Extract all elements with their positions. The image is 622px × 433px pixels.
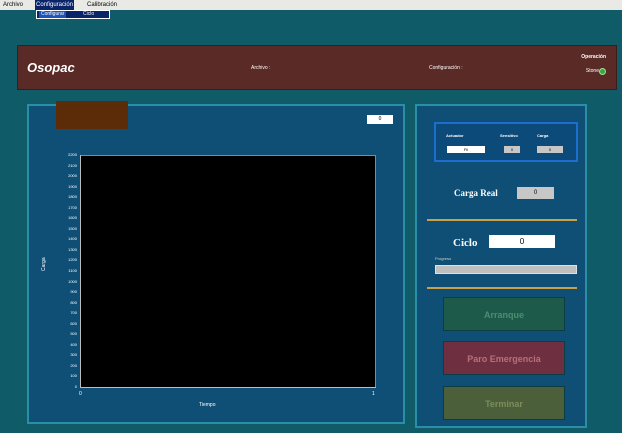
- actuador-value: Fil: [447, 146, 485, 153]
- y-tick-label: 800: [70, 299, 77, 305]
- y-axis: [80, 155, 81, 388]
- y-tick-label: 600: [70, 320, 77, 326]
- carga-real-value: 0: [517, 187, 554, 199]
- x-tick-min: 0: [79, 391, 82, 397]
- x-tick-max: 1: [372, 391, 375, 397]
- arranque-button[interactable]: Arranque: [443, 297, 565, 331]
- y-tick-label: 1500: [68, 225, 77, 231]
- y-tick-label: 200: [70, 362, 77, 368]
- y-tick-label: 2100: [68, 162, 77, 168]
- y-tick-label: 1200: [68, 257, 77, 263]
- y-tick-label: 2000: [68, 173, 77, 179]
- menu-configuracion[interactable]: Configuración: [35, 0, 75, 10]
- x-axis-label: Tiempo: [199, 402, 216, 408]
- chart-panel: 0 2200 2100 2000 1900 1800 1700 1600 1500 1400 13…: [27, 101, 405, 424]
- app-header: Osopac Archivo : Configuración : Operaci…: [17, 45, 617, 90]
- configuracion-submenu: Configurar Ciclo: [36, 10, 110, 19]
- ciclo-label: Ciclo: [453, 237, 478, 249]
- menu-calibracion[interactable]: Calibración: [86, 0, 118, 10]
- terminar-button[interactable]: Terminar: [443, 386, 565, 420]
- operacion-label: Operación: [581, 54, 606, 60]
- y-tick-label: 1000: [68, 278, 77, 284]
- y-tick-label: 900: [70, 289, 77, 295]
- y-tick-label: 1300: [68, 246, 77, 252]
- menu-archivo[interactable]: Archivo: [2, 0, 24, 10]
- y-tick-label: 100: [70, 373, 77, 379]
- header-sensitivo: Sensitivo: [500, 133, 518, 138]
- control-panel: Actuador Sensitivo Carga Fil 0 0 Carga R…: [415, 104, 587, 428]
- header-actuador: Actuador: [446, 133, 464, 138]
- ciclo-progress-bar: [435, 265, 577, 274]
- submenu-configurar[interactable]: Configurar: [39, 11, 67, 18]
- indicator-box: [56, 101, 128, 129]
- carga-real-label: Carga Real: [454, 188, 498, 198]
- y-tick-label: 1700: [68, 204, 77, 210]
- menu-bar: Archivo Configuración Calibración: [0, 0, 622, 10]
- y-tick-label: 1900: [68, 183, 77, 189]
- status-box: Actuador Sensitivo Carga Fil 0 0: [434, 122, 578, 162]
- x-axis: [80, 387, 376, 388]
- y-tick-label: 0: [74, 384, 77, 389]
- y-axis-label: Carga: [41, 257, 47, 271]
- sensitivo-value: 0: [504, 146, 520, 153]
- y-tick-label: 1800: [68, 194, 77, 200]
- progress-label: Progreso: [435, 256, 452, 261]
- status-led-icon: [599, 68, 606, 75]
- y-tick-label: 1400: [68, 236, 77, 242]
- y-tick-label: 400: [70, 341, 77, 347]
- ciclo-input[interactable]: 0: [489, 235, 555, 248]
- archivo-link[interactable]: Archivo :: [251, 65, 270, 71]
- configuracion-link[interactable]: Configuración :: [429, 65, 463, 71]
- y-tick-label: 2200: [68, 152, 77, 157]
- separator-top: [427, 219, 577, 221]
- operacion-value: Stone: [585, 68, 599, 74]
- y-tick-label: 1600: [68, 215, 77, 221]
- separator-bottom: [427, 287, 577, 289]
- y-tick-label: 1100: [68, 268, 77, 273]
- paro-emergencia-button[interactable]: Paro Emergencia: [443, 341, 565, 375]
- carga-value: 0: [537, 146, 563, 153]
- header-carga: Carga: [537, 133, 549, 138]
- submenu-ciclo[interactable]: Ciclo: [81, 11, 96, 18]
- logo: Osopac: [27, 60, 75, 75]
- chart-top-field[interactable]: 0: [367, 115, 393, 124]
- y-tick-label: 700: [70, 310, 77, 316]
- plot-area: [80, 155, 376, 388]
- y-tick-label: 500: [70, 331, 77, 337]
- y-tick-label: 300: [70, 352, 77, 358]
